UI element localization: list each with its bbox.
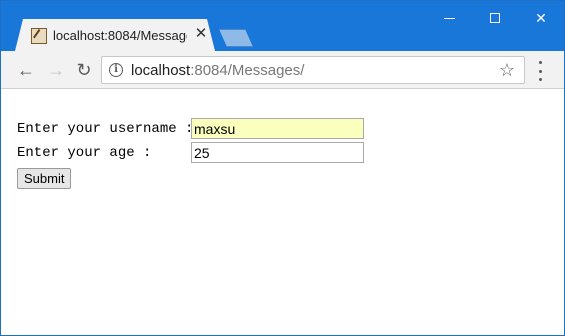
- arrow-right-icon: →: [47, 59, 65, 80]
- browser-window: localhost:8084/Messages/ ✕ ✕ ← → ↻ i: [0, 0, 565, 336]
- browser-toolbar: ← → ↻ i localhost:8084/Messages/ ☆: [1, 51, 564, 89]
- minimize-icon: [443, 17, 455, 19]
- url-path: :8084/Messages/: [190, 62, 305, 79]
- new-tab-button[interactable]: [219, 29, 253, 47]
- back-button[interactable]: ←: [13, 57, 39, 83]
- arrow-left-icon: ←: [17, 59, 35, 80]
- maximize-button[interactable]: [472, 1, 518, 35]
- maximize-icon: [490, 13, 500, 23]
- submit-button[interactable]: Submit: [17, 168, 72, 189]
- page-favicon-icon: [31, 28, 47, 44]
- tab-title: localhost:8084/Messages/: [53, 28, 187, 43]
- site-info-icon[interactable]: i: [109, 63, 123, 77]
- minimize-button[interactable]: [426, 1, 472, 35]
- url-text[interactable]: localhost:8084/Messages/: [131, 62, 304, 80]
- reload-icon: ↻: [76, 59, 92, 80]
- age-row: Enter your age :: [17, 142, 364, 163]
- url-host: localhost: [131, 62, 191, 79]
- username-row: Enter your username :: [17, 118, 364, 139]
- age-label: Enter your age :: [17, 144, 152, 161]
- bookmark-star-icon[interactable]: ☆: [499, 60, 515, 81]
- close-icon: ✕: [535, 9, 547, 26]
- tab-close-icon[interactable]: ✕: [193, 26, 209, 42]
- username-label: Enter your username :: [17, 120, 194, 137]
- window-controls: ✕: [426, 1, 564, 35]
- title-bar: localhost:8084/Messages/ ✕ ✕: [1, 1, 564, 51]
- reload-button[interactable]: ↻: [71, 57, 97, 83]
- age-input[interactable]: [191, 142, 364, 163]
- close-window-button[interactable]: ✕: [518, 1, 564, 35]
- browser-menu-icon[interactable]: [531, 61, 549, 81]
- forward-button[interactable]: →: [43, 57, 69, 83]
- address-bar[interactable]: i localhost:8084/Messages/ ☆: [101, 56, 525, 84]
- browser-tab[interactable]: localhost:8084/Messages/ ✕: [15, 19, 215, 51]
- username-input[interactable]: [191, 118, 364, 139]
- page-content: Enter your username : Enter your age : S…: [1, 90, 564, 335]
